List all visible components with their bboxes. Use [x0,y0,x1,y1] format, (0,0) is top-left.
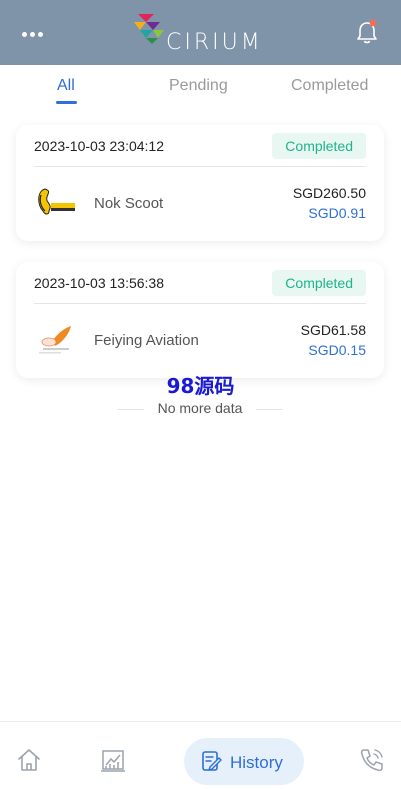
status-badge: Completed [272,270,366,296]
transaction-card[interactable]: 2023-10-03 13:56:38 Completed Feiying Av… [16,262,384,378]
history-icon [200,750,222,772]
card-divider [34,303,366,304]
bottom-navigation: History [0,721,401,789]
logo-text: CIRIUM [166,30,263,55]
transaction-card[interactable]: 2023-10-03 23:04:12 Completed Nok Scoot … [16,125,384,241]
watermark-text: 98源码 [166,374,235,398]
tab-pending[interactable]: Pending [169,77,228,95]
chart-icon[interactable] [99,746,127,774]
merchant-logo [35,322,77,358]
status-tabs: All Pending Completed [0,65,401,109]
no-more-data-text: No more data [157,400,243,416]
nav-history-button[interactable]: History [184,738,304,785]
status-badge: Completed [272,133,366,159]
merchant-name: Nok Scoot [94,195,164,212]
active-tab-indicator [56,101,77,104]
transaction-fee: SGD0.15 [308,342,366,358]
bell-icon[interactable] [353,18,381,46]
merchant-name: Feiying Aviation [94,332,199,349]
more-dots-icon[interactable] [22,26,44,42]
app-header: CIRIUM [0,0,401,65]
home-icon[interactable] [15,746,43,774]
transaction-amount: SGD61.58 [300,322,366,338]
tab-completed[interactable]: Completed [291,77,368,95]
divider-line [256,409,282,410]
card-divider [34,166,366,167]
tab-all[interactable]: All [57,77,75,95]
cirium-logo: CIRIUM [132,12,272,56]
transaction-datetime: 2023-10-03 13:56:38 [34,275,164,291]
transaction-fee: SGD0.91 [308,205,366,221]
transaction-amount: SGD260.50 [292,185,366,201]
phone-icon[interactable] [358,746,386,774]
merchant-logo [35,185,77,221]
transaction-datetime: 2023-10-03 23:04:12 [34,138,164,154]
main-content: All Pending Completed 2023-10-03 23:04:1… [0,65,401,721]
list-end-indicator: No more data [118,400,282,418]
nav-history-label: History [230,753,283,772]
